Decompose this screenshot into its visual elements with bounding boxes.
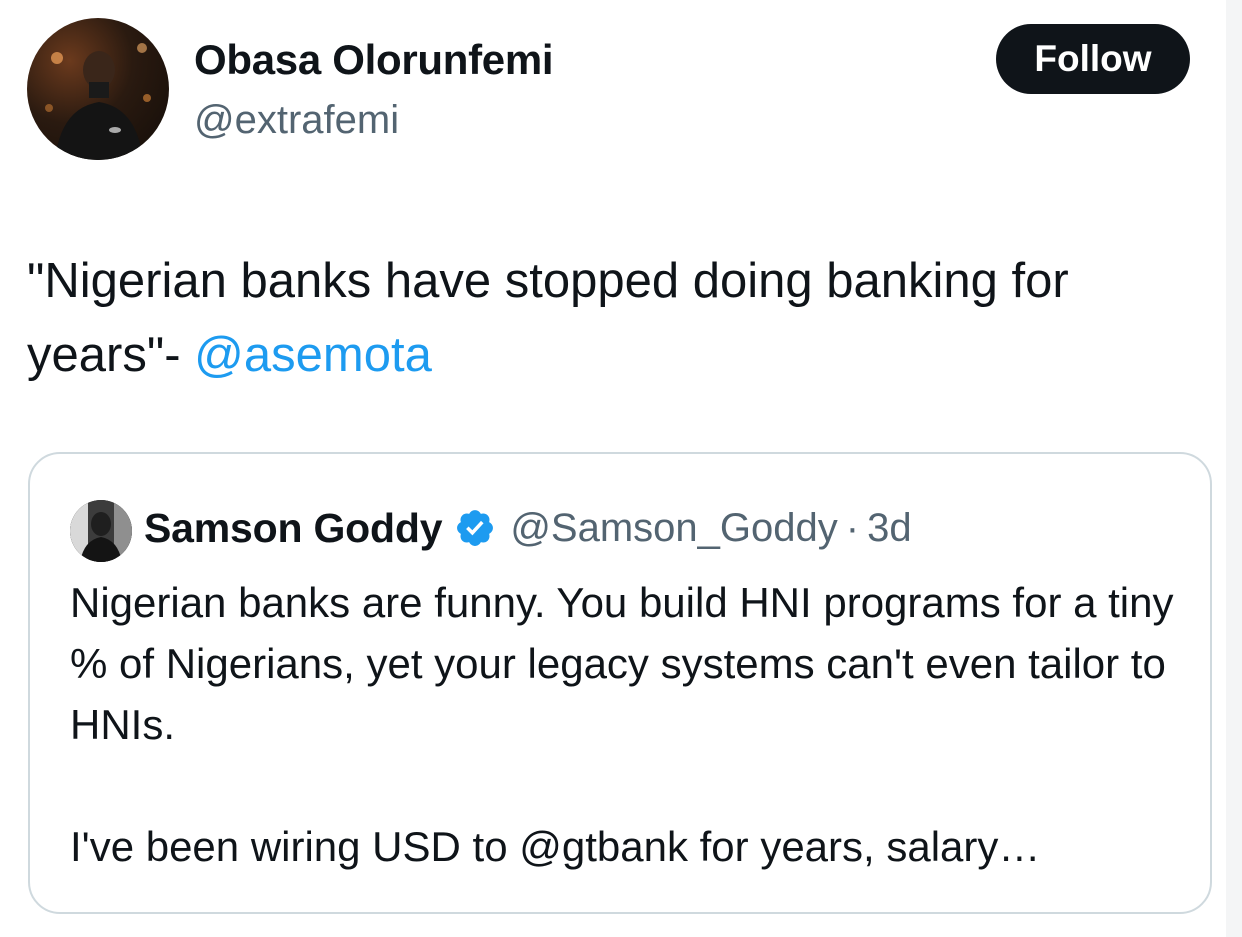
quote-author-handle[interactable]: @Samson_Goddy [510, 506, 837, 551]
quote-text: Nigerian banks are funny. You build HNI … [70, 572, 1180, 877]
quote-paragraph: Nigerian banks are funny. You build HNI … [70, 579, 1174, 748]
avatar-photo-icon [45, 43, 151, 160]
quote-author-avatar[interactable] [70, 500, 132, 562]
quoted-tweet-card[interactable]: Samson Goddy @Samson_Goddy · 3d Nigerian… [28, 452, 1212, 914]
quote-paragraph: I've been wiring USD to @gtbank for year… [70, 823, 1041, 870]
scrollbar-track [1226, 0, 1242, 937]
tweet-text: "Nigerian banks have stopped doing banki… [27, 244, 1217, 392]
quote-header: Samson Goddy @Samson_Goddy · 3d [144, 498, 912, 558]
separator-dot: · [845, 505, 860, 550]
quote-author-name[interactable]: Samson Goddy [144, 505, 443, 552]
quote-timestamp[interactable]: 3d [867, 506, 912, 551]
author-handle[interactable]: @extrafemi [194, 97, 399, 143]
mention-link[interactable]: @asemota [194, 328, 432, 382]
verified-badge-icon [454, 507, 496, 549]
tweet-text-body: "Nigerian banks have stopped doing banki… [27, 254, 1069, 382]
author-avatar[interactable] [27, 18, 169, 160]
author-name[interactable]: Obasa Olorunfemi [194, 36, 554, 84]
follow-button[interactable]: Follow [996, 24, 1190, 94]
avatar-photo-icon [70, 500, 132, 562]
